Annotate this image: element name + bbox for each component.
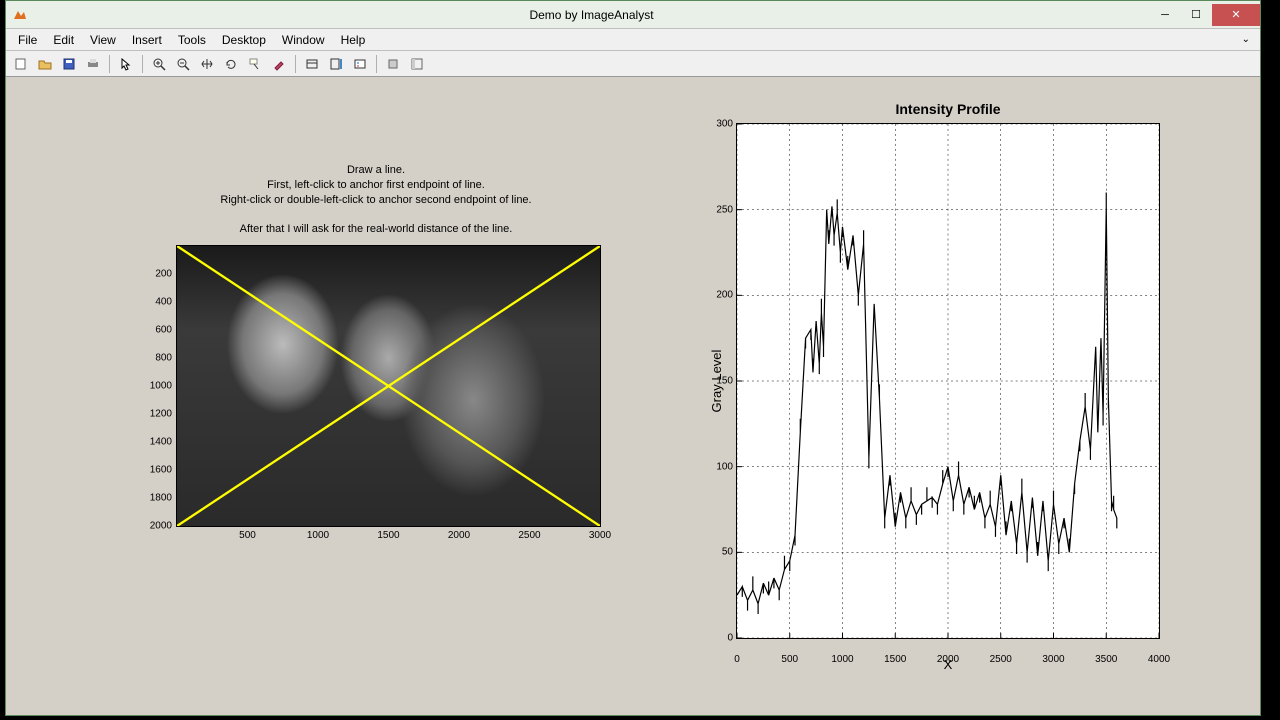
legend-icon[interactable] (349, 53, 371, 75)
menu-edit[interactable]: Edit (45, 31, 82, 49)
image-y-ticks: 200400600800100012001400160018002000 (142, 246, 172, 526)
matlab-logo-icon (12, 7, 28, 23)
zoom-out-icon[interactable] (172, 53, 194, 75)
save-icon[interactable] (58, 53, 80, 75)
chart-title: Intensity Profile (736, 101, 1160, 117)
rotate-icon[interactable] (220, 53, 242, 75)
pan-icon[interactable] (196, 53, 218, 75)
show-plot-tools-icon[interactable] (406, 53, 428, 75)
pointer-icon[interactable] (115, 53, 137, 75)
print-icon[interactable] (82, 53, 104, 75)
menu-view[interactable]: View (82, 31, 124, 49)
menu-window[interactable]: Window (274, 31, 333, 49)
link-icon[interactable] (301, 53, 323, 75)
new-figure-icon[interactable] (10, 53, 32, 75)
instructions-text: Draw a line. First, left-click to anchor… (146, 163, 606, 237)
menu-overflow-icon[interactable]: ⌄ (1242, 34, 1256, 45)
menu-tools[interactable]: Tools (170, 31, 214, 49)
left-subplot: Draw a line. First, left-click to anchor… (146, 163, 606, 527)
hide-plot-tools-icon[interactable] (382, 53, 404, 75)
datacursor-icon[interactable] (244, 53, 266, 75)
menu-insert[interactable]: Insert (124, 31, 170, 49)
figure-canvas: Draw a line. First, left-click to anchor… (6, 78, 1260, 715)
zoom-in-icon[interactable] (148, 53, 170, 75)
brush-icon[interactable] (268, 53, 290, 75)
right-subplot: Intensity Profile 050100150200250300 050… (736, 101, 1160, 639)
toolbar (6, 51, 1260, 77)
plot-ylabel: Gray Level (709, 350, 724, 413)
minimize-button[interactable]: ─ (1150, 4, 1180, 26)
plot-xlabel: X (944, 657, 953, 672)
figure-window: Demo by ImageAnalyst ─ ☐ ✕ File Edit Vie… (5, 0, 1261, 716)
colorbar-icon[interactable] (325, 53, 347, 75)
intensity-plot[interactable]: 050100150200250300 050010001500200025003… (736, 123, 1160, 639)
close-button[interactable]: ✕ (1212, 4, 1260, 26)
window-title: Demo by ImageAnalyst (34, 8, 1149, 22)
titlebar[interactable]: Demo by ImageAnalyst ─ ☐ ✕ (6, 1, 1260, 29)
open-icon[interactable] (34, 53, 56, 75)
image-axes[interactable]: 200400600800100012001400160018002000 500… (176, 245, 601, 527)
menubar: File Edit View Insert Tools Desktop Wind… (6, 29, 1260, 51)
menu-help[interactable]: Help (333, 31, 374, 49)
drawn-lines (177, 246, 600, 526)
maximize-button[interactable]: ☐ (1181, 4, 1211, 26)
menu-file[interactable]: File (10, 31, 45, 49)
menu-desktop[interactable]: Desktop (214, 31, 274, 49)
image-x-ticks: 50010001500200025003000 (177, 530, 600, 544)
